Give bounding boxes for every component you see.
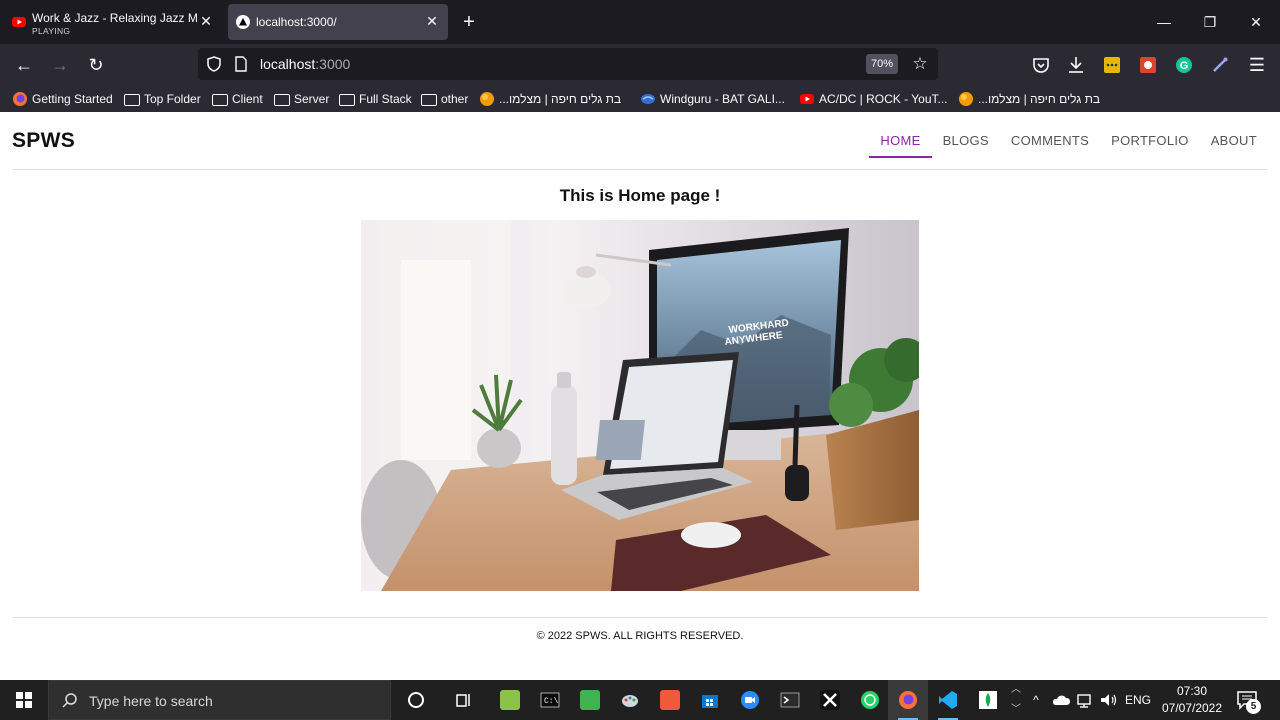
terminal-icon[interactable]: C:\ [530,680,570,720]
site-brand[interactable]: SPWS [12,129,75,153]
windows-start-icon[interactable] [0,680,48,720]
clip-app-icon[interactable] [650,680,690,720]
bookmark-acdc-youtube[interactable]: AC/DC | ROCK - YouT... [799,90,948,108]
footer-copyright: © 2022 SPWS. ALL RIGHTS RESERVED. [536,630,744,642]
bookmarks-bar: Getting Started Top Folder Client Server… [0,86,1280,112]
color-picker-icon[interactable] [1209,54,1231,76]
nav-home[interactable]: HOME [869,124,932,158]
folder-icon [124,94,140,106]
firefox-icon [13,92,27,106]
bookmark-server[interactable]: Server [274,90,329,108]
page-icon[interactable] [234,56,248,72]
browser-toolbar: ← → ↻ localhost:3000 70% ☆ G ☰ [0,44,1280,86]
mongodb-compass-icon[interactable] [968,680,1008,720]
downloads-icon[interactable] [1065,54,1087,76]
folder-icon [339,94,355,106]
svg-text:C:\: C:\ [544,697,559,706]
camtasia-icon[interactable] [570,680,610,720]
store-icon[interactable] [690,680,730,720]
forward-icon[interactable]: → [48,53,72,77]
bookmark-windguru[interactable]: Windguru - BAT GALI... [640,90,785,108]
windguru-icon [641,94,655,104]
header-divider [12,169,1268,170]
system-clock[interactable]: 07:30 07/07/2022 [1158,683,1226,717]
youtube-icon [800,94,814,104]
tab-title: localhost:3000/ [256,15,337,29]
nav-comments[interactable]: COMMENTS [1000,124,1100,158]
hero-image: WORKHARD ANYWHERE [361,220,919,591]
firefox-taskbar-icon[interactable] [888,680,928,720]
vscode-icon[interactable] [928,680,968,720]
bookmark-star-icon[interactable]: ☆ [910,54,930,74]
search-placeholder: Type here to search [89,693,213,709]
zoom-level[interactable]: 70% [866,54,899,74]
minimize-icon[interactable]: — [1154,12,1174,32]
clock-date: 07/07/2022 [1161,701,1223,715]
nav-blogs[interactable]: BLOGS [932,124,1000,158]
whatsapp-icon[interactable] [850,680,890,720]
notification-count-badge: 5 [1246,699,1261,714]
close-tab-icon[interactable]: ✕ [424,13,440,29]
bookmark-bat-galim-cam-2[interactable]: בת גלים חיפה | מצלמו... [958,90,1100,108]
browser-tab-bar: Work & Jazz - Relaxing Jazz Music PLAYIN… [0,0,1280,44]
url-text[interactable]: localhost:3000 [260,56,350,72]
nav-portfolio[interactable]: PORTFOLIO [1100,124,1200,158]
desk-workspace-photo: WORKHARD ANYWHERE [361,220,919,591]
web-page: SPWS HOME BLOGS COMMENTS PORTFOLIO ABOUT… [0,112,1280,680]
volume-icon[interactable] [1098,690,1120,710]
tab-youtube-jazz[interactable]: Work & Jazz - Relaxing Jazz Music PLAYIN… [4,4,222,40]
tab-localhost[interactable]: localhost:3000/ ✕ [228,4,448,40]
clock-time: 07:30 [1176,684,1208,698]
tab-playing-label: PLAYING [32,26,71,36]
menu-hamburger-icon[interactable]: ☰ [1245,53,1269,77]
orange-globe-icon [959,92,973,106]
page-title: This is Home page ! [559,186,721,205]
extension-puzzle-icon[interactable] [1137,54,1159,76]
bookmark-bat-galim-cam-1[interactable]: בת גלים חיפה | מצלמו... [479,90,621,108]
task-view-icon[interactable] [444,680,484,720]
orange-globe-icon [480,92,494,106]
windows-taskbar: Type here to search C:\ ︿ ﹀ ^ ENG 07:30 … [0,680,1280,720]
back-icon[interactable]: ← [12,53,36,77]
language-indicator[interactable]: ENG [1124,690,1152,710]
site-nav: HOME BLOGS COMMENTS PORTFOLIO ABOUT [869,124,1268,158]
grammarly-icon[interactable]: G [1173,54,1195,76]
cortana-icon[interactable] [396,680,436,720]
nav-about[interactable]: ABOUT [1200,124,1268,158]
bookmark-full-stack[interactable]: Full Stack [339,90,412,108]
folder-icon [421,94,437,106]
taskbar-scroll-arrows[interactable]: ︿ ﹀ [1008,680,1024,720]
xampp-icon[interactable] [810,680,850,720]
footer-divider [12,617,1268,618]
pocket-icon[interactable] [1030,54,1052,76]
bookmark-other[interactable]: other [421,90,468,108]
bookmark-client[interactable]: Client [212,90,263,108]
onedrive-cloud-icon[interactable] [1050,690,1072,710]
bookmark-getting-started[interactable]: Getting Started [12,90,113,108]
folder-icon [274,94,290,106]
restore-icon[interactable]: ❐ [1200,12,1220,32]
notepad-plus-icon[interactable] [490,680,530,720]
show-hidden-icons-chevron-icon[interactable]: ^ [1028,690,1044,710]
address-bar[interactable]: localhost:3000 70% ☆ [198,48,938,80]
taskbar-search[interactable]: Type here to search [48,680,391,720]
shield-icon[interactable] [206,56,222,72]
new-tab-button[interactable]: + [458,11,480,33]
close-tab-icon[interactable]: ✕ [198,13,214,29]
nextjs-icon [236,15,250,29]
youtube-icon [12,17,26,27]
close-window-icon[interactable]: ✕ [1246,12,1266,32]
network-icon[interactable] [1075,690,1097,710]
extension-notes-icon[interactable] [1101,54,1123,76]
svg-text:G: G [1180,60,1189,72]
bookmark-top-folder[interactable]: Top Folder [124,90,201,108]
zoom-app-icon[interactable] [730,680,770,720]
reload-icon[interactable]: ↻ [84,53,108,77]
paint-icon[interactable] [610,680,650,720]
folder-icon [212,94,228,106]
tab-title: Work & Jazz - Relaxing Jazz Music [32,11,198,25]
powershell-icon[interactable] [770,680,810,720]
search-icon [62,693,77,708]
